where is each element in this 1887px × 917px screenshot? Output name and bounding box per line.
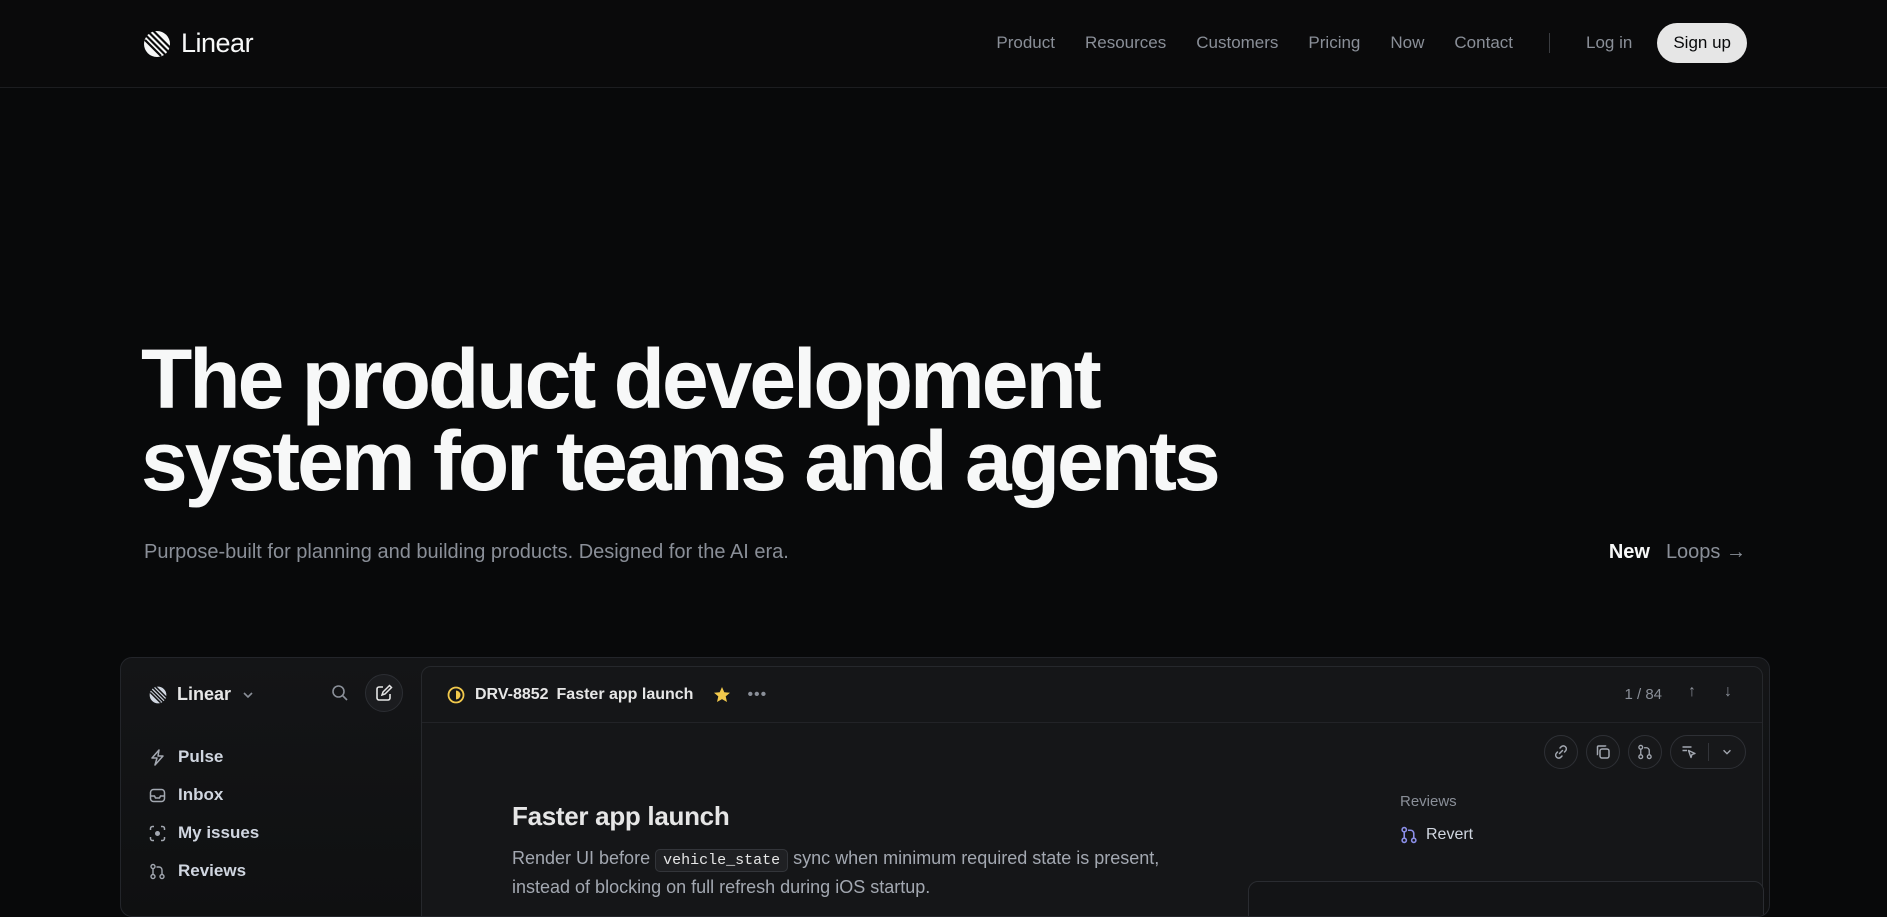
sidebar-item-my-issues[interactable]: My issues [149, 814, 259, 852]
brand-logo-link[interactable]: Linear [143, 28, 254, 59]
issue-panel: DRV-8852 Faster app launch ••• 1 / 84 ↑ … [421, 666, 1764, 916]
hero-title: The product development system for teams… [141, 332, 1341, 508]
sidebar-item-label: Reviews [178, 861, 247, 880]
issue-pager: 1 / 84 [1624, 686, 1662, 703]
loops-link[interactable]: Loops → [1666, 541, 1746, 564]
review-item-label: Revert [1426, 826, 1474, 843]
workspace-switcher[interactable]: Linear [149, 684, 255, 705]
issue-toolbar [1544, 735, 1746, 769]
issue-header-title: Faster app launch [556, 685, 694, 703]
in-progress-status-icon[interactable] [447, 686, 465, 704]
issue-title[interactable]: Faster app launch [512, 801, 730, 832]
reviews-panel: Reviews Revert [1400, 793, 1473, 844]
search-icon [332, 685, 348, 701]
nav-link-customers[interactable]: Customers [1196, 33, 1278, 53]
review-item-revert[interactable]: Revert [1400, 826, 1473, 844]
nav-link-contact[interactable]: Contact [1454, 33, 1513, 53]
star-icon[interactable] [713, 686, 731, 704]
login-link[interactable]: Log in [1586, 33, 1632, 53]
sidebar-item-pulse[interactable]: Pulse [149, 738, 259, 776]
issue-id: DRV-8852 [475, 685, 549, 703]
reviews-label: Reviews [1400, 793, 1457, 810]
new-label: New [1608, 541, 1650, 563]
more-options-icon[interactable]: ••• [747, 686, 767, 704]
new-feature-announcement[interactable]: New Loops → [1609, 541, 1746, 564]
hero-subtitle: Purpose-built for planning and building … [144, 541, 789, 563]
copy-link-button[interactable] [1544, 735, 1578, 769]
pull-request-icon [1401, 826, 1417, 844]
app-preview: Linear Pulse Inbox My issues Reviews DRV… [120, 657, 1770, 917]
chevron-down-icon [1722, 749, 1731, 755]
sidebar-item-label: Inbox [178, 785, 224, 804]
issue-description-text: Render UI before [512, 848, 651, 868]
my-issues-icon [149, 825, 166, 841]
issue-header: DRV-8852 Faster app launch ••• 1 / 84 ↑ … [422, 667, 1762, 723]
nav-link-resources[interactable]: Resources [1085, 33, 1166, 53]
issue-description[interactable]: Render UI before vehicle_state sync when… [512, 845, 1192, 900]
nav-links: Product Resources Customers Pricing Now … [966, 22, 1747, 64]
chevron-down-icon [243, 691, 253, 698]
link-icon [1554, 745, 1568, 759]
app-sidebar: Linear Pulse Inbox My issues Reviews [121, 658, 421, 916]
signup-button[interactable]: Sign up [1657, 23, 1747, 63]
activity-card [1248, 881, 1764, 916]
delegate-agent-button[interactable] [1671, 744, 1708, 760]
top-nav: Linear Product Resources Customers Prici… [0, 0, 1887, 88]
hero-title-line-1: The product development [141, 332, 1102, 426]
hero-title-line-2: system for teams and agents [141, 414, 1221, 508]
linear-logo-icon [144, 29, 171, 57]
agent-cursor-icon [1682, 746, 1696, 759]
reviews-icon [150, 863, 165, 879]
previous-issue-icon[interactable]: ↑ [1688, 683, 1696, 701]
nav-link-product[interactable]: Product [996, 33, 1055, 53]
git-branch-icon [1638, 744, 1652, 760]
workspace-name: Linear [177, 684, 232, 704]
copy-icon [1596, 745, 1610, 759]
next-issue-icon[interactable]: ↓ [1724, 683, 1732, 701]
agent-action-group [1670, 735, 1746, 769]
sidebar-nav: Pulse Inbox My issues Reviews [149, 738, 259, 890]
copy-id-button[interactable] [1586, 735, 1620, 769]
workspace-logo-icon [149, 685, 167, 703]
compose-icon [376, 684, 393, 701]
inline-code: vehicle_state [655, 849, 789, 872]
sidebar-item-label: My issues [178, 823, 260, 842]
inbox-icon [149, 788, 166, 802]
copy-branch-button[interactable] [1628, 735, 1662, 769]
agent-dropdown-button[interactable] [1709, 746, 1746, 758]
sidebar-search-button[interactable] [331, 684, 349, 707]
nav-link-pricing[interactable]: Pricing [1308, 33, 1360, 53]
brand-name: Linear [181, 28, 254, 58]
pulse-icon [151, 748, 164, 766]
sidebar-item-label: Pulse [178, 747, 224, 766]
nav-link-now[interactable]: Now [1390, 33, 1424, 53]
new-issue-button[interactable] [365, 674, 403, 712]
sidebar-item-inbox[interactable]: Inbox [149, 776, 259, 814]
sidebar-item-reviews[interactable]: Reviews [149, 852, 259, 890]
nav-divider [1549, 33, 1550, 53]
